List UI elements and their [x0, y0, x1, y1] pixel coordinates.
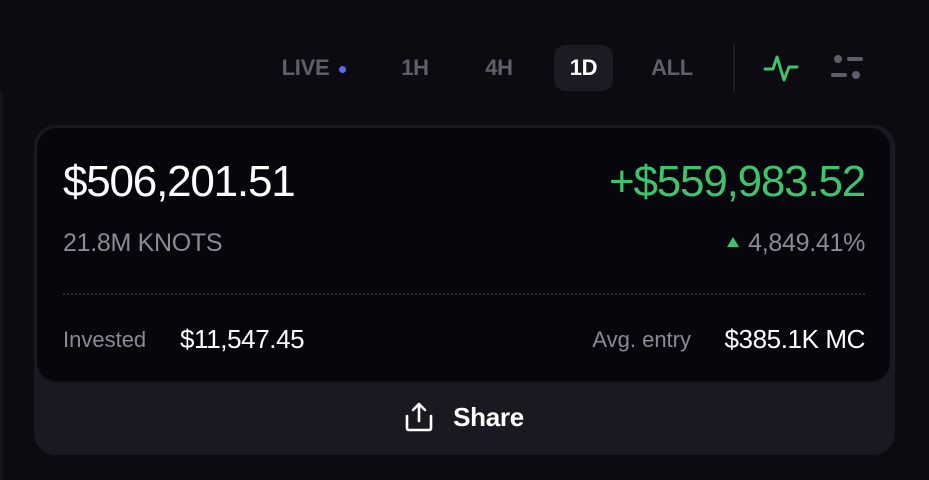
sliders-icon	[831, 55, 863, 79]
timeframe-4h[interactable]: 4H	[476, 45, 522, 91]
pnl-percent: 4,849.41%	[727, 228, 865, 258]
timeframe-all[interactable]: ALL	[646, 45, 698, 91]
invested-label: Invested	[63, 327, 147, 352]
share-button[interactable]: Share	[37, 384, 890, 450]
timeframe-live[interactable]: LIVE	[275, 45, 353, 91]
invested-value: $11,547.45	[180, 324, 305, 354]
position-pnl: +$559,983.52	[609, 157, 866, 206]
timeframe-1d-selected[interactable]: 1D	[554, 45, 613, 91]
chart-toggle-button[interactable]	[760, 47, 802, 89]
timeframe-live-label: LIVE	[281, 55, 330, 80]
token-quantity: 21.8M KNOTS	[63, 229, 223, 257]
activity-icon	[763, 55, 799, 82]
avg-entry-label: Avg. entry	[592, 327, 691, 352]
position-value: $506,201.51	[63, 157, 296, 206]
timeframe-1h[interactable]: 1H	[394, 45, 436, 91]
side-panel-edge	[0, 92, 3, 480]
toolbar-divider	[733, 44, 735, 92]
live-dot-icon	[339, 65, 347, 73]
share-icon	[403, 401, 435, 433]
settings-button[interactable]	[826, 47, 868, 89]
avg-entry-value: $385.1K MC	[724, 324, 865, 354]
pnl-percent-value: 4,849.41%	[748, 229, 865, 257]
dotted-divider	[63, 293, 865, 295]
share-label: Share	[453, 401, 524, 432]
position-screen: LIVE 1H 4H 1D ALL $506,201.51 +$559,983.…	[0, 0, 929, 480]
up-arrow-icon	[727, 237, 740, 247]
